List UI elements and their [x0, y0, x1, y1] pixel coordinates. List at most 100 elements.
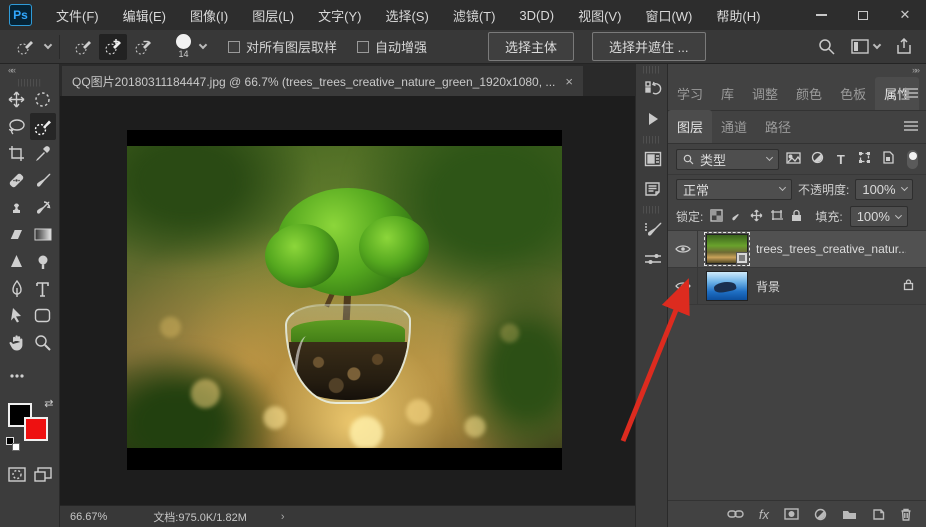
zoom-level[interactable]: 66.67%: [70, 511, 107, 523]
status-options-chevron-icon[interactable]: ›: [281, 511, 285, 523]
menu-view[interactable]: 视图(V): [566, 0, 633, 30]
dodge-tool[interactable]: [30, 248, 56, 275]
gradient-tool[interactable]: [30, 221, 56, 248]
menu-file[interactable]: 文件(F): [44, 0, 111, 30]
tab-channels[interactable]: 通道: [712, 110, 756, 143]
document-close-icon[interactable]: ×: [565, 74, 573, 89]
menu-type[interactable]: 文字(Y): [306, 0, 373, 30]
quick-selection-tool[interactable]: [29, 113, 56, 140]
elliptical-marquee-tool[interactable]: [30, 86, 56, 113]
notes-panel-button[interactable]: [636, 174, 669, 204]
brush-settings-panel-button[interactable]: [636, 214, 669, 244]
collapse-tools-button[interactable]: ««: [0, 64, 59, 78]
tool-preset-button[interactable]: [11, 34, 39, 60]
menu-filter[interactable]: 滤镜(T): [441, 0, 508, 30]
new-selection-mode-button[interactable]: [69, 34, 97, 60]
lock-image-icon[interactable]: [730, 209, 743, 225]
layers-panel-menu-icon[interactable]: [904, 121, 918, 131]
layer-row-trees[interactable]: trees_trees_creative_natur...: [668, 230, 926, 268]
sharpen-tool[interactable]: [4, 248, 30, 275]
link-layers-icon[interactable]: [727, 509, 744, 519]
filter-adjustment-layers-icon[interactable]: [809, 151, 827, 167]
trees-layer-thumbnail[interactable]: [704, 232, 750, 266]
background-layer-visibility-toggle[interactable]: [668, 267, 698, 305]
lock-position-icon[interactable]: [750, 209, 763, 225]
tab-color[interactable]: 颜色: [787, 77, 831, 110]
lock-all-icon[interactable]: [791, 209, 802, 225]
move-tool[interactable]: [4, 86, 30, 113]
dock-grip[interactable]: ||||||: [636, 204, 667, 214]
quick-mask-button[interactable]: [4, 461, 30, 488]
lock-transparency-icon[interactable]: [710, 208, 723, 225]
tab-paths[interactable]: 路径: [756, 110, 800, 143]
lock-artboard-icon[interactable]: [770, 209, 784, 224]
blend-mode-select[interactable]: 正常: [676, 178, 792, 200]
clone-stamp-tool[interactable]: [4, 194, 30, 221]
tab-libraries[interactable]: 库: [712, 77, 743, 110]
sample-all-layers-checkbox[interactable]: [228, 40, 240, 53]
panel-menu-icon[interactable]: [904, 88, 918, 98]
history-panel-button[interactable]: [636, 74, 669, 104]
trees-layer-visibility-toggle[interactable]: [668, 230, 698, 268]
filter-on-off-toggle[interactable]: [906, 149, 918, 169]
dock-grip[interactable]: ||||||: [636, 134, 667, 144]
tab-adjustments[interactable]: 调整: [743, 77, 787, 110]
type-tool[interactable]: [30, 275, 56, 302]
spot-healing-brush-tool[interactable]: [4, 167, 30, 194]
filter-type-layers-icon[interactable]: T: [832, 152, 850, 167]
document-tab[interactable]: QQ图片20180311184447.jpg @ 66.7% (trees_tr…: [62, 66, 583, 96]
eyedropper-tool[interactable]: [30, 140, 56, 167]
menu-edit[interactable]: 编辑(E): [111, 0, 178, 30]
brushes-panel-button[interactable]: [636, 244, 669, 274]
tools-grip[interactable]: ||||||||: [0, 78, 59, 87]
actions-panel-button[interactable]: [636, 104, 669, 134]
delete-layer-icon[interactable]: [900, 508, 912, 521]
brush-size-picker[interactable]: 14: [176, 34, 191, 59]
background-layer-name[interactable]: 背景: [756, 278, 780, 295]
tab-swatches[interactable]: 色板: [831, 77, 875, 110]
menu-window[interactable]: 窗口(W): [633, 0, 704, 30]
fill-select[interactable]: 100%: [849, 206, 908, 227]
tab-layers[interactable]: 图层: [668, 110, 713, 143]
trees-layer-name[interactable]: trees_trees_creative_natur...: [756, 242, 906, 256]
libraries-panel-button[interactable]: [636, 144, 669, 174]
swap-colors-icon[interactable]: ⇄: [44, 397, 53, 410]
path-selection-tool[interactable]: [4, 302, 30, 329]
layer-effects-icon[interactable]: fx: [759, 507, 769, 522]
add-to-selection-mode-button[interactable]: [99, 33, 127, 60]
search-icon[interactable]: [818, 38, 835, 55]
canvas-image[interactable]: [127, 130, 562, 470]
filter-pixel-layers-icon[interactable]: [785, 151, 803, 167]
workspace-switcher[interactable]: [851, 39, 882, 54]
adjustment-layer-icon[interactable]: [814, 508, 827, 521]
edit-toolbar-button[interactable]: [4, 362, 30, 389]
screen-mode-button[interactable]: [30, 461, 56, 488]
canvas-pasteboard[interactable]: [60, 96, 635, 505]
history-brush-tool[interactable]: [30, 194, 56, 221]
subtract-from-selection-mode-button[interactable]: [129, 34, 157, 60]
add-layer-mask-icon[interactable]: [784, 508, 799, 520]
crop-tool[interactable]: [4, 140, 30, 167]
auto-enhance-option[interactable]: 自动增强: [357, 37, 427, 56]
new-layer-icon[interactable]: [872, 508, 885, 521]
lasso-tool[interactable]: [4, 113, 30, 140]
zoom-tool[interactable]: [30, 329, 56, 356]
hand-tool[interactable]: [4, 329, 30, 356]
background-layer-thumbnail[interactable]: [706, 271, 748, 301]
pen-tool[interactable]: [4, 275, 30, 302]
filter-smart-objects-icon[interactable]: [879, 151, 897, 167]
background-color-swatch[interactable]: [23, 417, 48, 441]
tab-learn[interactable]: 学习: [668, 77, 712, 110]
filter-type-select[interactable]: 类型: [676, 148, 779, 170]
brush-size-chevron-icon[interactable]: [198, 40, 208, 50]
eraser-tool[interactable]: [4, 221, 30, 248]
menu-image[interactable]: 图像(I): [178, 0, 240, 30]
rectangle-tool[interactable]: [30, 302, 56, 329]
tool-preset-chevron-icon[interactable]: [43, 40, 53, 50]
select-and-mask-button[interactable]: 选择并遮住 ...: [592, 32, 706, 61]
layer-row-background[interactable]: 背景: [668, 267, 926, 305]
expand-panels-button[interactable]: »»: [668, 64, 926, 78]
brush-tool[interactable]: [30, 167, 56, 194]
sample-all-layers-option[interactable]: 对所有图层取样: [228, 37, 337, 56]
new-group-icon[interactable]: [842, 508, 857, 520]
